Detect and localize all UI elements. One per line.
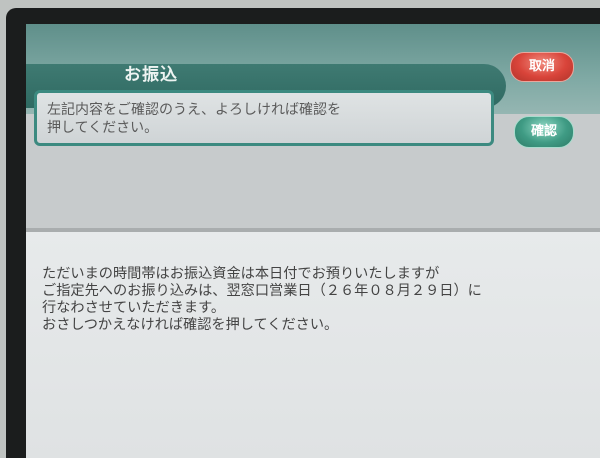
atm-bezel: お振込 左記内容をご確認のうえ、よろしければ確認を 押してください。 取消 確認… [0,0,600,458]
confirm-button[interactable]: 確認 [514,116,574,148]
message-panel: ただいまの時間帯はお振込資金は本日付でお預りいたしますが ご指定先へのお振り込み… [26,232,600,458]
page-title: お振込 [124,65,178,85]
instruction-box: 左記内容をご確認のうえ、よろしければ確認を 押してください。 [34,90,494,146]
cancel-button[interactable]: 取消 [510,52,574,82]
message-text: ただいまの時間帯はお振込資金は本日付でお預りいたしますが ご指定先へのお振り込み… [42,266,482,333]
instruction-text: 左記内容をご確認のうえ、よろしければ確認を 押してください。 [47,102,341,136]
atm-screen: お振込 左記内容をご確認のうえ、よろしければ確認を 押してください。 取消 確認… [26,24,600,458]
